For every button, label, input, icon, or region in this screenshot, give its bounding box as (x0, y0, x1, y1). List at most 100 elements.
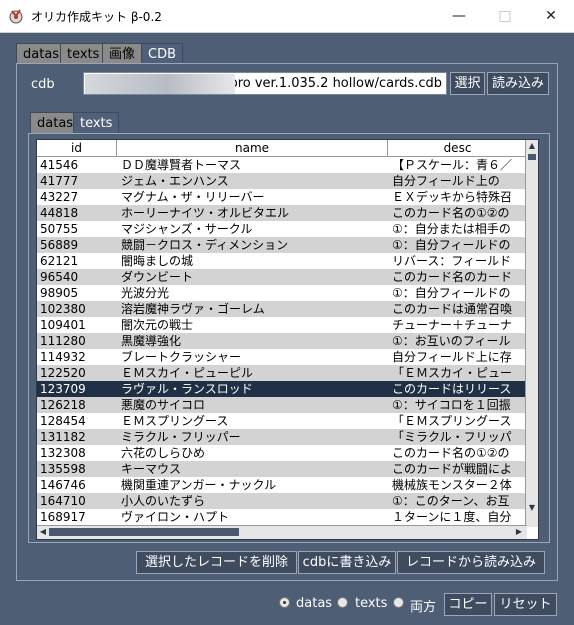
cell-name: ホーリーナイツ・オルビタエル (121, 206, 290, 220)
cell-desc: 自分フィールド上の (392, 174, 500, 188)
delete-selected-button[interactable]: 選択したレコードを削除 (136, 551, 297, 574)
table-row[interactable]: 111280 黒魔導強化 ①：お互いのフィール (37, 333, 527, 349)
horizontal-scroll-thumb[interactable] (49, 528, 239, 536)
cell-desc: このカードが戦闘によ (392, 462, 513, 476)
table-row[interactable]: 41546 ＤＤ魔導賢者トーマス 【Ｐスケール：青６／ (37, 157, 527, 173)
vertical-scroll-thumb[interactable] (528, 154, 536, 160)
cell-desc: ①：サイコロを１回振 (392, 398, 511, 412)
tab-cdb[interactable]: CDB (141, 43, 184, 64)
table-row[interactable]: 43227 マグナム・ザ・リリーバー ＥＸデッキから特殊召 (37, 189, 527, 205)
close-button[interactable]: ✕ (528, 0, 574, 32)
cell-name: 光波分光 (121, 286, 170, 300)
table-row[interactable]: 114932 ブレートクラッシャー 自分フィールド上に存 (37, 349, 527, 365)
cell-id: 50755 (40, 222, 79, 236)
cdb-path-field[interactable]: ygopro ver.1.035.2 hollow/cards.cdb (83, 72, 447, 95)
cell-name: 溶岩魔神ラヴァ・ゴーレム (121, 302, 265, 316)
scroll-right-icon[interactable]: ▶ (513, 526, 525, 538)
cell-desc: リバース：フィールド (392, 254, 512, 268)
radio-label-datas: datas (296, 596, 333, 611)
radio-label-both: 両方 (410, 600, 437, 615)
table-row[interactable]: 128454 ＥＭスプリングース 「ＥＭスプリングース (37, 413, 527, 429)
cell-id: 41546 (40, 158, 79, 172)
cell-id: 131182 (40, 430, 86, 444)
table-row[interactable]: 164710 小人のいたずら ①：このターン、お互 (37, 493, 527, 509)
select-button[interactable]: 選択 (450, 72, 485, 95)
load-button[interactable]: 読み込み (487, 72, 549, 95)
table-header: id name desc (37, 140, 527, 157)
cell-id: 102380 (40, 302, 86, 316)
cell-name: 闇次元の戦士 (121, 318, 194, 332)
app-icon (9, 9, 23, 24)
table-row[interactable]: 132308 六花のしらひめ このカード名の①②の (37, 445, 527, 461)
cell-name: ミラクル・フリッパー (121, 430, 241, 444)
table-row[interactable]: 146746 機関重連アンガー・ナックル 機械族モンスター２体 (37, 477, 527, 493)
table-row[interactable]: 56889 競闘－クロス・ディメンション ①：自分フィールドの (37, 237, 527, 253)
table-row[interactable]: 96540 ダウンビート このカード名のカード (37, 269, 527, 285)
cell-id: 41777 (40, 174, 79, 188)
cell-desc: チューナー＋チューナ (392, 318, 513, 332)
cell-desc: １ターンに１度、自分 (392, 510, 512, 524)
table-row[interactable]: 62121 闇晦ましの城 リバース：フィールド (37, 253, 527, 269)
cell-id: 43227 (40, 190, 79, 204)
table-row[interactable]: 168917 ヴァイロン・ハプト １ターンに１度、自分 (37, 509, 527, 525)
copy-button[interactable]: コピー (444, 593, 492, 616)
tab-images[interactable]: 画像 (102, 43, 143, 64)
table-row[interactable]: 135598 キーマウス このカードが戦闘によ (37, 461, 527, 477)
title-bar: オリカ作成キット β-0.2 — □ ✕ (0, 0, 574, 33)
table-row[interactable]: 122520 ＥＭスカイ・ピューピル 「ＥＭスカイ・ピュー (37, 365, 527, 381)
cell-desc: ①：このターン、お互 (392, 494, 510, 508)
radio-both[interactable] (393, 597, 404, 608)
radio-datas[interactable] (279, 597, 290, 608)
cell-name: ブレートクラッシャー (121, 350, 242, 364)
cell-name: ラヴァル・ランスロッド (121, 382, 253, 396)
table-row[interactable]: 123709 ラヴァル・ランスロッド このカードはリリース (37, 381, 527, 397)
column-header-desc[interactable]: desc (388, 140, 527, 156)
cell-id: 62121 (40, 254, 79, 268)
vertical-scrollbar[interactable]: ▲ ▼ (525, 140, 538, 527)
cell-name: ＥＭスプリングース (121, 414, 229, 428)
tab-datas[interactable]: datas (16, 43, 67, 64)
cell-name: ＥＭスカイ・ピューピル (121, 366, 254, 380)
scroll-up-icon[interactable]: ▲ (526, 140, 538, 152)
minimize-button[interactable]: — (436, 0, 482, 32)
cell-name: 機関重連アンガー・ナックル (121, 478, 277, 492)
cell-desc: ①：自分または相手の (392, 222, 511, 236)
scroll-down-icon[interactable]: ▼ (526, 502, 538, 514)
table-row[interactable]: 126218 悪魔のサイコロ ①：サイコロを１回振 (37, 397, 527, 413)
inner-tab-texts[interactable]: texts (73, 112, 120, 133)
cell-name: 悪魔のサイコロ (121, 398, 206, 412)
table-row[interactable]: 102380 溶岩魔神ラヴァ・ゴーレム このカードは通常召喚 (37, 301, 527, 317)
radio-texts[interactable] (337, 597, 348, 608)
cell-id: 111280 (40, 334, 86, 348)
records-table[interactable]: id name desc 41546 ＤＤ魔導賢者トーマス 【Ｐスケール：青６／ 41… (36, 139, 539, 540)
cell-id: 98905 (40, 286, 79, 300)
reset-button[interactable]: リセット (494, 593, 557, 616)
cell-name: ジェム・エンハンス (121, 174, 229, 188)
tab-texts[interactable]: texts (60, 43, 107, 64)
write-cdb-button[interactable]: cdbに書き込み (298, 551, 396, 574)
column-header-id[interactable]: id (37, 140, 117, 156)
cell-id: 126218 (40, 398, 86, 412)
cell-name: 六花のしらひめ (121, 446, 206, 460)
maximize-button[interactable]: □ (482, 0, 528, 32)
table-row[interactable]: 109401 闇次元の戦士 チューナー＋チューナ (37, 317, 527, 333)
cell-id: 164710 (40, 494, 86, 508)
cell-id: 123709 (40, 382, 86, 396)
cell-desc: このカードはリリース (392, 382, 512, 396)
blurred-path-segment (85, 74, 235, 94)
table-row[interactable]: 44818 ホーリーナイツ・オルビタエル このカード名の①②の (37, 205, 527, 221)
cell-name: マジシャンズ・サークル (121, 222, 253, 236)
table-row[interactable]: 50755 マジシャンズ・サークル ①：自分または相手の (37, 221, 527, 237)
column-header-name[interactable]: name (117, 140, 388, 156)
cell-desc: ＥＸデッキから特殊召 (392, 190, 513, 204)
cdb-label: cdb (31, 77, 55, 92)
cell-id: 122520 (40, 366, 86, 380)
scroll-left-icon[interactable]: ◀ (37, 526, 49, 538)
table-row[interactable]: 131182 ミラクル・フリッパー 「ミラクル・フリッパ (37, 429, 527, 445)
read-records-button[interactable]: レコードから読み込み (397, 551, 545, 574)
table-body: 41546 ＤＤ魔導賢者トーマス 【Ｐスケール：青６／ 41777 ジェム・エンハンス 自… (37, 157, 527, 525)
radio-label-texts: texts (355, 596, 388, 611)
table-row[interactable]: 41777 ジェム・エンハンス 自分フィールド上の (37, 173, 527, 189)
table-row[interactable]: 98905 光波分光 ①：自分フィールドの (37, 285, 527, 301)
horizontal-scrollbar[interactable]: ◀ ▶ (37, 525, 527, 539)
